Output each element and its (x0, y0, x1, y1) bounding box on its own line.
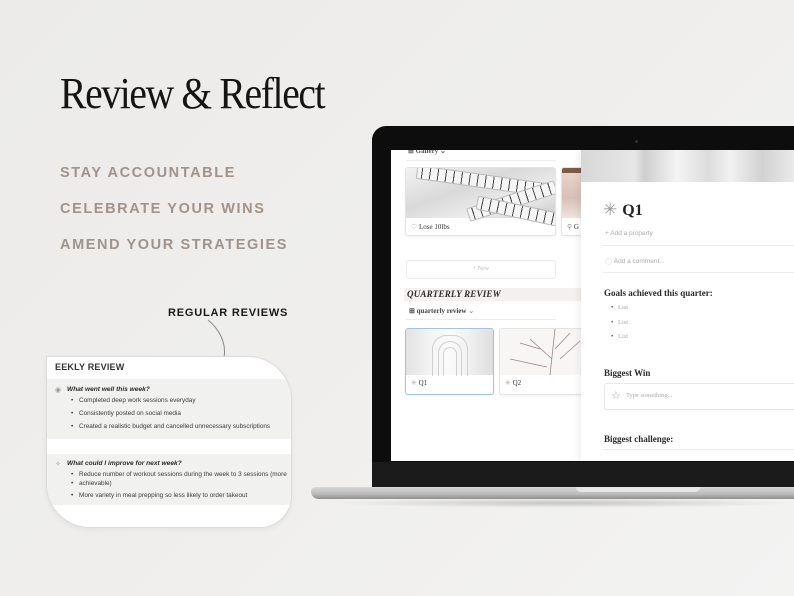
goal-card-label: Lose 10lbs (419, 223, 450, 231)
add-comment-input[interactable]: ◯ Add a comment... (605, 257, 665, 265)
grid-icon: ⊞ (409, 307, 417, 315)
add-property-label: Add a property (610, 230, 653, 237)
person-icon: ⚲ (567, 223, 574, 231)
avatar-icon: ◯ (605, 258, 614, 265)
weekly-review-title: EEKLY REVIEW (55, 362, 125, 372)
goal-list-item[interactable]: List (611, 319, 628, 326)
app-screen: ⊞ Gallery ⌄ ♡ Lose 10lbs ⚲ G + New QUART… (391, 150, 794, 461)
improve-block: ✧ What could I improve for next week? Re… (47, 454, 291, 505)
goal-card-caption: ⚲ G (567, 223, 579, 231)
list-item: Completed deep work sessions everyday (71, 397, 195, 404)
biggest-challenge-heading: Biggest challenge: (604, 434, 674, 444)
gallery-view-label: Gallery (415, 150, 439, 155)
branch-illustration (509, 329, 581, 376)
quarterly-view-tab[interactable]: ⊞ quarterly review ⌄ (409, 307, 474, 315)
quarterly-view-label: quarterly review (416, 307, 467, 315)
chevron-down-icon: ⌄ (466, 307, 475, 315)
biggest-win-placeholder: Type something... (626, 392, 673, 399)
list-item: Created a realistic budget and cancelled… (71, 423, 270, 430)
quarter-card-label: Q2 (512, 379, 522, 387)
tape-measure-image (406, 168, 555, 227)
asterisk-icon: ✳ (411, 379, 419, 387)
sun-icon: ◉ (55, 387, 62, 394)
add-property-button[interactable]: + Add a property (605, 230, 653, 237)
goal-card[interactable]: ♡ Lose 10lbs (405, 167, 556, 236)
chevron-down-icon: ⌄ (438, 150, 446, 155)
quarter-card-caption: ✳ Q1 (411, 379, 427, 387)
tagline-accountable: STAY ACCOUNTABLE (60, 165, 236, 181)
gallery-view-tab[interactable]: ⊞ Gallery ⌄ (408, 150, 446, 155)
quarterly-review-heading: QUARTERLY REVIEW (404, 288, 587, 301)
goal-list-item[interactable]: List (611, 304, 628, 311)
tagline-wins: CELEBRATE YOUR WINS (60, 201, 266, 217)
list-item-continuation: achievable) (71, 480, 112, 487)
laptop-chin (372, 462, 794, 488)
page-title-text[interactable]: Q1 (622, 202, 642, 219)
new-button[interactable]: + New (406, 260, 556, 279)
heart-icon: ♡ (411, 223, 420, 231)
list-item: More variety in meal prepping so less li… (71, 492, 247, 499)
biggest-win-input[interactable]: ☆ Type something... (604, 383, 794, 410)
hero-title: Review & Reflect (60, 69, 326, 118)
add-comment-placeholder: Add a comment... (613, 258, 665, 265)
page-peek-panel: ✳ Q1 + Add a property ◯ Add a comment... … (581, 150, 794, 461)
biggest-win-heading: Biggest Win (604, 368, 651, 378)
quarter-card-label: Q1 (418, 379, 428, 387)
cover-image (581, 150, 794, 182)
quarter-card-caption: ✳ Q2 (505, 379, 521, 387)
arches-image (406, 329, 493, 376)
camera-icon (635, 140, 638, 143)
goals-heading: Goals achieved this quarter: (604, 288, 713, 298)
asterisk-icon: ✳ (505, 379, 513, 387)
goal-card-caption: ♡ Lose 10lbs (411, 223, 450, 231)
grid-icon: ⊞ (408, 150, 416, 155)
laptop-shadow (330, 498, 794, 508)
goal-card-label: G (573, 223, 579, 231)
quarter-card-q2[interactable]: ✳ Q2 (499, 328, 588, 395)
laptop-notch (576, 487, 700, 492)
divider (406, 160, 556, 161)
went-well-block: ◉ What went well this week? Completed de… (47, 379, 291, 439)
went-well-question: What went well this week? (67, 386, 150, 393)
star-icon: ☆ (611, 390, 621, 402)
laptop-base (311, 487, 794, 499)
weekly-review-preview: EEKLY REVIEW ◉ What went well this week?… (46, 356, 292, 528)
quarter-card-q1[interactable]: ✳ Q1 (405, 328, 494, 395)
sparkle-icon: ✧ (55, 461, 61, 468)
goal-list-item[interactable]: List (611, 333, 628, 340)
branch-image (500, 329, 587, 376)
list-item: Consistently posted on social media (71, 410, 181, 417)
asterisk-icon[interactable]: ✳ (603, 200, 617, 219)
tagline-strategies: AMEND YOUR STRATEGIES (60, 237, 289, 253)
divider (603, 449, 794, 450)
divider (406, 319, 556, 320)
arch (443, 347, 457, 376)
divider (603, 272, 794, 273)
page-title: ✳ Q1 (603, 200, 643, 220)
improve-question: What could I improve for next week? (67, 460, 182, 467)
list-item: Reduce number of workout sessions during… (71, 471, 287, 478)
divider (603, 245, 794, 246)
